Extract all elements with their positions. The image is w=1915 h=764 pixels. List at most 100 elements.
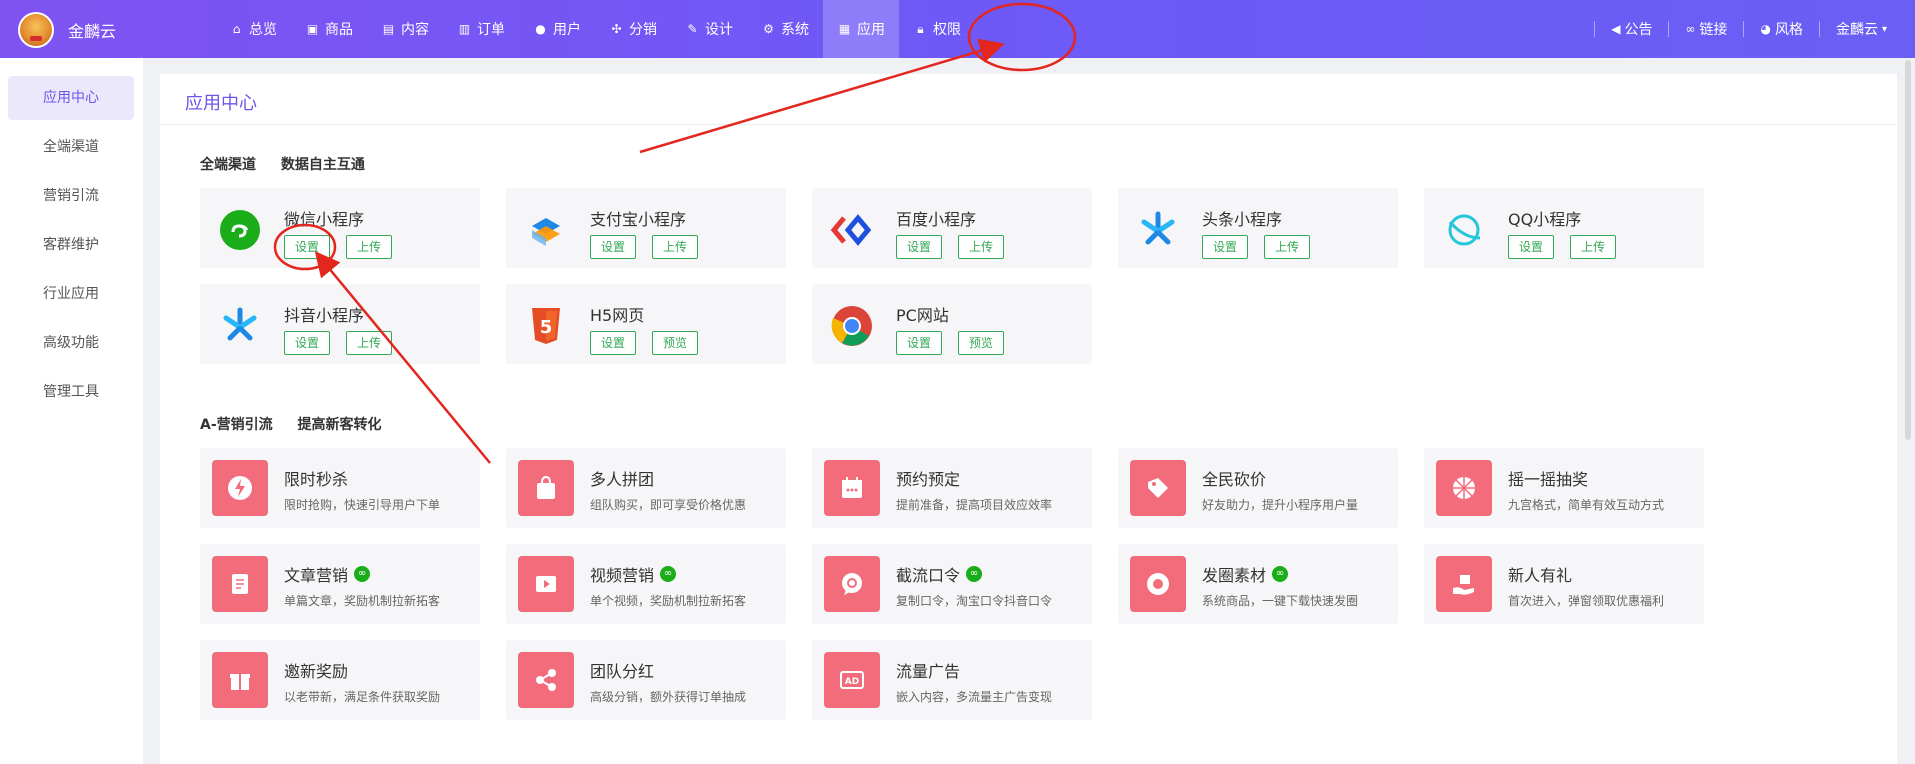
gift-box-icon xyxy=(212,652,268,708)
marketing-name-text: 邀新奖励 xyxy=(284,662,349,681)
nav-item-users[interactable]: ● 用户 xyxy=(519,0,595,58)
gear-icon: ⚙ xyxy=(763,21,774,36)
upload-button[interactable]: 上传 xyxy=(346,235,392,259)
settings-button[interactable]: 设置 xyxy=(590,331,636,355)
marketing-desc: 以老带新，满足条件获取奖励 xyxy=(284,690,441,704)
nav-item-permissions[interactable]: 🔒︎ 权限 xyxy=(899,0,975,58)
lottery-wheel-icon xyxy=(1436,460,1492,516)
marketing-card-team-bonus[interactable]: 团队分红 高级分销，额外获得订单抽成 xyxy=(506,640,786,720)
marketing-card-newcomer-gift[interactable]: 新人有礼 首次进入，弹窗领取优惠福利 xyxy=(1424,544,1704,624)
upload-button[interactable]: 上传 xyxy=(1570,235,1616,259)
marketing-desc: 系统商品，一键下载快速发圈 xyxy=(1202,594,1359,608)
nav-item-label: 订单 xyxy=(477,22,505,38)
account-dropdown[interactable]: 金麟云 ▾ xyxy=(1828,19,1895,39)
marketing-card-video[interactable]: 视频营销 ∞ 单个视频，奖励机制拉新拓客 xyxy=(506,544,786,624)
divider xyxy=(1818,21,1820,37)
camera-aperture-icon xyxy=(1130,556,1186,612)
marketing-name: 新人有礼 xyxy=(1508,562,1572,586)
nav-item-products[interactable]: ▣ 商品 xyxy=(291,0,367,58)
marketing-card-reservation[interactable]: 预约预定 提前准备，提高项目效应效率 xyxy=(812,448,1092,528)
sidebar-item-advanced[interactable]: 高级功能 xyxy=(8,321,134,365)
marketing-card-article[interactable]: 文章营销 ∞ 单篇文章，奖励机制拉新拓客 xyxy=(200,544,480,624)
marketing-name-text: 截流口令 xyxy=(896,566,961,585)
user-icon: ● xyxy=(535,21,546,36)
caret-down-icon: ▾ xyxy=(1881,23,1887,35)
marketing-name: 预约预定 xyxy=(896,466,960,490)
wechat-miniprogram-badge-icon: ∞ xyxy=(1272,566,1289,582)
brand-logo[interactable] xyxy=(18,12,54,48)
marketing-desc: 九宫格式，简单有效互动方式 xyxy=(1508,498,1665,512)
channel-card-wechat: 微信小程序 设置 上传 xyxy=(200,188,480,268)
nav-item-design[interactable]: ✎ 设计 xyxy=(671,0,747,58)
sidebar-item-channels[interactable]: 全端渠道 xyxy=(8,125,134,169)
style-link[interactable]: ◕ 风格 xyxy=(1752,19,1810,39)
sidebar-item-industry[interactable]: 行业应用 xyxy=(8,272,134,316)
marketing-desc: 提前准备，提高项目效应效率 xyxy=(896,498,1053,512)
nav-item-content[interactable]: ▤ 内容 xyxy=(367,0,443,58)
nav-item-distribution[interactable]: ✣ 分销 xyxy=(595,0,671,58)
marketing-desc: 好友助力，提升小程序用户量 xyxy=(1202,498,1359,512)
marketing-name-text: 多人拼团 xyxy=(590,470,655,489)
upload-button[interactable]: 上传 xyxy=(1264,235,1310,259)
marketing-card-invite-reward[interactable]: 邀新奖励 以老带新，满足条件获取奖励 xyxy=(200,640,480,720)
marketing-card-group-buy[interactable]: 多人拼团 组队购买，即可享受价格优惠 xyxy=(506,448,786,528)
scrollbar[interactable] xyxy=(1905,60,1911,440)
upload-button[interactable]: 上传 xyxy=(652,235,698,259)
settings-button[interactable]: 设置 xyxy=(1508,235,1554,259)
marketing-name-text: 发圈素材 xyxy=(1202,566,1267,585)
channel-card-baidu: 百度小程序 设置 上传 xyxy=(812,188,1092,268)
marketing-name: 摇一摇抽奖 xyxy=(1508,466,1588,490)
section-subtitle: 数据自主互通 xyxy=(280,157,365,173)
sidebar-item-tools[interactable]: 管理工具 xyxy=(8,370,134,414)
marketing-card-moments[interactable]: 发圈素材 ∞ 系统商品，一键下载快速发圈 xyxy=(1118,544,1398,624)
wechat-miniprogram-icon xyxy=(220,210,260,250)
settings-button[interactable]: 设置 xyxy=(284,235,330,259)
marketing-name: 截流口令 ∞ xyxy=(896,562,983,586)
nav-item-orders[interactable]: ▥ 订单 xyxy=(443,0,519,58)
divider xyxy=(1594,21,1596,37)
palette-icon: ◕ xyxy=(1760,22,1771,36)
nav-item-system[interactable]: ⚙ 系统 xyxy=(747,0,823,58)
marketing-name-text: 团队分红 xyxy=(590,662,655,681)
nav-item-overview[interactable]: ⌂ 总览 xyxy=(215,0,291,58)
nav-item-label: 权限 xyxy=(933,22,961,38)
baidu-miniprogram-icon xyxy=(830,214,872,246)
divider xyxy=(1668,21,1670,37)
calendar-icon xyxy=(824,460,880,516)
announcement-link[interactable]: ◀ 公告 xyxy=(1603,19,1660,39)
settings-button[interactable]: 设置 xyxy=(284,331,330,355)
marketing-card-lottery[interactable]: 摇一摇抽奖 九宫格式，简单有效互动方式 xyxy=(1424,448,1704,528)
marketing-card-flash-sale[interactable]: 限时秒杀 限时抢购，快速引导用户下单 xyxy=(200,448,480,528)
sidebar-item-app-center[interactable]: 应用中心 xyxy=(8,76,134,120)
section-title: 全端渠道 xyxy=(200,157,256,173)
settings-button[interactable]: 设置 xyxy=(896,235,942,259)
settings-button[interactable]: 设置 xyxy=(1202,235,1248,259)
marketing-card-traffic-ads[interactable]: AD 流量广告 嵌入内容，多流量主广告变现 xyxy=(812,640,1092,720)
marketing-name-text: 预约预定 xyxy=(896,470,961,489)
share-icon: ✣ xyxy=(611,21,622,36)
lightning-icon xyxy=(212,460,268,516)
preview-button[interactable]: 预览 xyxy=(958,331,1004,355)
nav-item-apps[interactable]: ▦ 应用 xyxy=(823,0,899,58)
divider xyxy=(1743,21,1745,37)
channel-name: 头条小程序 xyxy=(1202,210,1283,229)
sidebar-item-customer[interactable]: 客群维护 xyxy=(8,223,134,267)
gift-hand-icon xyxy=(1436,556,1492,612)
ad-icon: AD xyxy=(824,652,880,708)
nav-item-label: 系统 xyxy=(781,22,809,38)
marketing-card-bargain[interactable]: 全民砍价 好友助力，提升小程序用户量 xyxy=(1118,448,1398,528)
wechat-miniprogram-badge-icon: ∞ xyxy=(354,566,371,582)
links-link[interactable]: ∞ 链接 xyxy=(1677,19,1735,39)
upload-button[interactable]: 上传 xyxy=(346,331,392,355)
marketing-card-password[interactable]: 截流口令 ∞ 复制口令，淘宝口令抖音口令 xyxy=(812,544,1092,624)
channel-name: 支付宝小程序 xyxy=(590,210,687,229)
upload-button[interactable]: 上传 xyxy=(958,235,1004,259)
settings-button[interactable]: 设置 xyxy=(590,235,636,259)
marketing-name: 全民砍价 xyxy=(1202,466,1266,490)
sidebar-item-marketing[interactable]: 营销引流 xyxy=(8,174,134,218)
marketing-name-text: 摇一摇抽奖 xyxy=(1508,470,1589,489)
settings-button[interactable]: 设置 xyxy=(896,331,942,355)
section-subtitle: 提高新客转化 xyxy=(297,417,382,433)
html5-icon: 5 xyxy=(532,308,560,344)
preview-button[interactable]: 预览 xyxy=(652,331,698,355)
